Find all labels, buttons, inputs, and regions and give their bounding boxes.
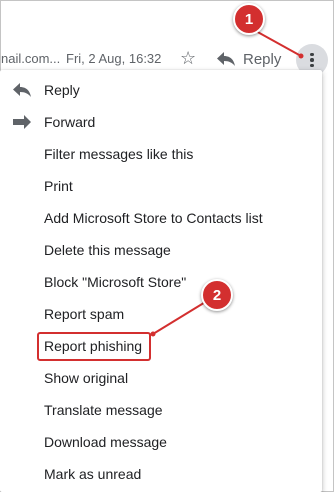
menu-item-delete-message[interactable]: Delete this message [0,236,322,264]
menu-item-forward[interactable]: Forward [0,108,322,136]
menu-item-label: Block "Microsoft Store" [44,274,187,290]
callout-number: 1 [244,10,254,28]
menu-item-label: Filter messages like this [44,146,194,162]
reply-icon [13,83,31,97]
callout-number: 2 [212,286,222,304]
message-options-menu: Reply Forward Filter messages like this … [0,70,322,492]
menu-item-add-to-contacts[interactable]: Add Microsoft Store to Contacts list [0,204,322,232]
menu-item-label: Print [44,178,73,194]
star-icon[interactable]: ☆ [180,49,196,67]
menu-item-mark-as-unread[interactable]: Mark as unread [0,460,322,488]
sender-email: nail.com... [1,51,61,66]
menu-item-label: Download message [44,434,167,450]
menu-item-download-message[interactable]: Download message [0,428,322,456]
report-phishing-highlight [37,332,151,361]
menu-item-show-original[interactable]: Show original [0,364,322,392]
menu-item-block-sender[interactable]: Block "Microsoft Store" [0,268,322,296]
message-timestamp: Fri, 2 Aug, 16:32 [66,51,162,66]
reply-arrow-icon [217,52,235,66]
menu-item-filter-messages[interactable]: Filter messages like this [0,140,322,168]
menu-item-label: Mark as unread [44,466,142,482]
menu-item-label: Reply [44,82,80,98]
menu-item-reply[interactable]: Reply [0,76,322,104]
menu-item-label: Forward [44,114,96,130]
menu-item-print[interactable]: Print [0,172,322,200]
menu-item-label: Delete this message [44,242,171,258]
menu-item-translate-message[interactable]: Translate message [0,396,322,424]
menu-item-label: Show original [44,370,129,386]
annotation-callout-1: 1 [233,3,265,35]
menu-item-label: Report spam [44,306,125,322]
menu-item-report-spam[interactable]: Report spam [0,300,322,328]
reply-button-label: Reply [243,50,282,68]
forward-icon [13,115,31,129]
reply-button[interactable]: Reply [217,46,289,72]
menu-item-label: Add Microsoft Store to Contacts list [44,210,263,226]
menu-item-label: Translate message [44,402,163,418]
annotation-callout-2: 2 [201,279,233,311]
more-vert-icon [310,52,314,68]
